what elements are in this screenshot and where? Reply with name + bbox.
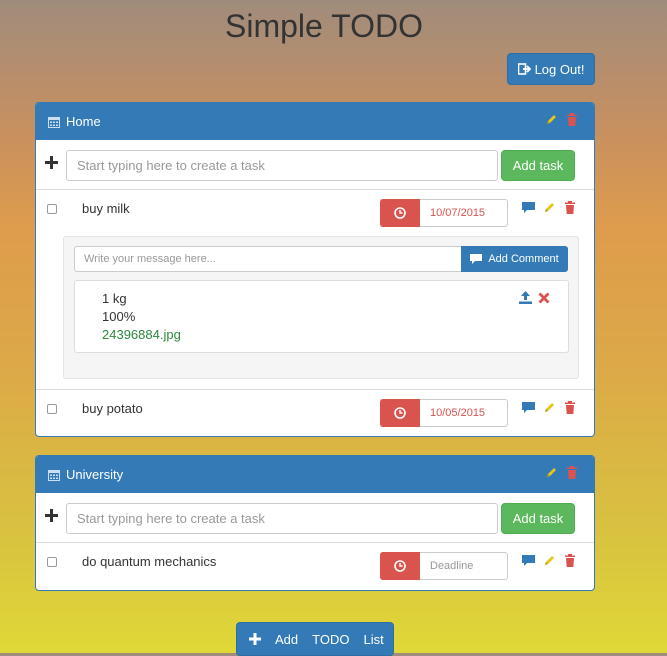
upload-progress: 100% xyxy=(102,309,136,324)
pencil-icon[interactable] xyxy=(545,466,558,479)
trash-icon[interactable] xyxy=(564,554,576,567)
add-comment-button[interactable]: Add Comment xyxy=(461,246,568,272)
upload-icon[interactable] xyxy=(519,291,532,304)
deadline-field[interactable]: 10/05/2015 xyxy=(420,399,508,427)
calendar-icon xyxy=(48,116,60,128)
list-title: University xyxy=(66,467,124,482)
add-todo-list-button[interactable]: Add TODO List xyxy=(236,622,394,656)
plus-icon xyxy=(45,156,58,169)
comment-icon[interactable] xyxy=(522,554,535,567)
comment-text: 1 kg xyxy=(102,291,127,306)
comment-item: 1 kg 100% 24396884.jpg xyxy=(74,280,569,353)
pencil-icon[interactable] xyxy=(543,554,556,567)
task-comments-panel: Write your message here... Add Comment 1… xyxy=(63,236,579,379)
add-todo-word-3: List xyxy=(363,631,384,647)
comment-input[interactable]: Write your message here... xyxy=(74,246,462,272)
logout-label: Log Out! xyxy=(534,61,585,77)
task-checkbox[interactable] xyxy=(47,404,57,414)
list-header: Home xyxy=(36,103,594,140)
comment-icon xyxy=(470,253,483,265)
task-row: buy potato 10/05/2015 xyxy=(36,389,594,435)
clock-icon xyxy=(394,407,406,419)
deadline-button[interactable] xyxy=(380,552,420,580)
logout-icon xyxy=(517,63,532,75)
page-title: Simple TODO xyxy=(225,8,423,44)
deadline-button[interactable] xyxy=(380,399,420,427)
add-task-row: Start typing here to create a task Add t… xyxy=(36,140,594,190)
trash-icon[interactable] xyxy=(566,466,578,479)
new-task-input[interactable]: Start typing here to create a task xyxy=(66,503,498,534)
add-task-row: Start typing here to create a task Add t… xyxy=(36,493,594,543)
todo-list-panel-home: Home Start typing here to create a task … xyxy=(35,102,595,437)
plus-icon xyxy=(249,633,261,645)
list-header: University xyxy=(36,456,594,493)
pencil-icon[interactable] xyxy=(543,401,556,414)
task-checkbox[interactable] xyxy=(47,204,57,214)
add-comment-label: Add Comment xyxy=(488,253,559,265)
add-todo-word-1: Add xyxy=(275,631,299,647)
clock-icon xyxy=(394,560,406,572)
deadline-button[interactable] xyxy=(380,199,420,227)
clock-icon xyxy=(394,207,406,219)
pencil-icon[interactable] xyxy=(545,113,558,126)
trash-icon[interactable] xyxy=(564,401,576,414)
task-row: buy milk 10/07/2015 xyxy=(36,190,594,236)
deadline-field[interactable]: 10/07/2015 xyxy=(420,199,508,227)
add-todo-word-2: TODO xyxy=(312,631,350,647)
add-task-button[interactable]: Add task xyxy=(501,150,575,181)
logout-button[interactable]: Log Out! xyxy=(507,53,595,85)
task-name: do quantum mechanics xyxy=(82,554,217,569)
remove-icon[interactable] xyxy=(538,291,550,304)
trash-icon[interactable] xyxy=(564,201,576,214)
pencil-icon[interactable] xyxy=(543,201,556,214)
todo-list-panel-university: University Start typing here to create a… xyxy=(35,455,595,591)
task-checkbox[interactable] xyxy=(47,557,57,567)
task-name: buy milk xyxy=(82,201,130,216)
new-task-input[interactable]: Start typing here to create a task xyxy=(66,150,498,181)
list-title: Home xyxy=(66,114,101,129)
comment-icon[interactable] xyxy=(522,201,535,214)
task-row: do quantum mechanics Deadline xyxy=(36,543,594,589)
trash-icon[interactable] xyxy=(566,113,578,126)
plus-icon xyxy=(45,509,58,522)
deadline-field[interactable]: Deadline xyxy=(420,552,508,580)
add-task-button[interactable]: Add task xyxy=(501,503,575,534)
attachment-link[interactable]: 24396884.jpg xyxy=(102,327,181,342)
calendar-icon xyxy=(48,469,60,481)
comment-icon[interactable] xyxy=(522,401,535,414)
task-name: buy potato xyxy=(82,401,143,416)
